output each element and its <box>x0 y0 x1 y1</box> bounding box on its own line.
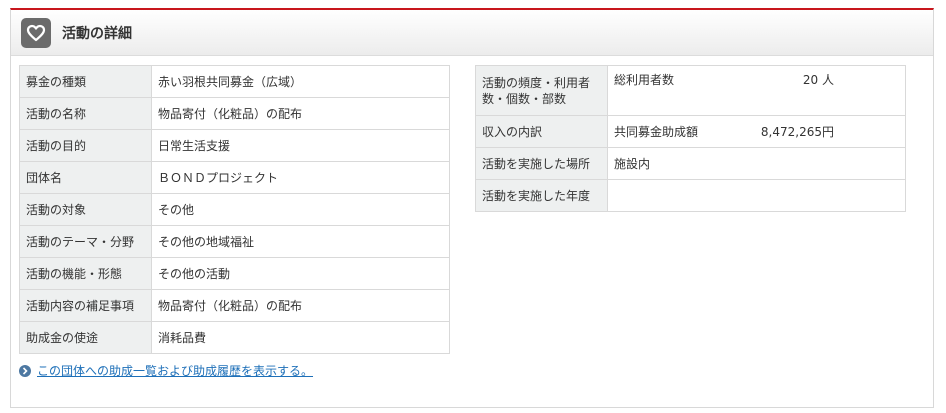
panel-header: 活動の詳細 <box>11 10 933 56</box>
row-value: その他 <box>151 193 450 226</box>
row-value: 赤い羽根共同募金（広域） <box>151 65 450 98</box>
activity-info-table: 募金の種類 赤い羽根共同募金（広域） 活動の名称 物品寄付（化粧品）の配布 活動の目的日… <box>19 65 450 354</box>
row-label: 活動の目的 <box>19 129 152 162</box>
total-users-value: 20 人 <box>802 73 834 87</box>
total-users-label: 総利用者数 <box>614 73 675 87</box>
row-value: 施設内 <box>607 147 906 180</box>
row-label: 助成金の使途 <box>19 321 152 354</box>
row-value: 物品寄付（化粧品）の配布 <box>151 289 450 322</box>
table-row: 活動の対象 その他 <box>19 193 450 226</box>
table-row: 活動の頻度・利用者数・個数・部数 総利用者数 20 人 <box>475 65 906 116</box>
row-label: 活動の機能・形態 <box>19 257 152 290</box>
row-label: 活動内容の補足事項 <box>19 289 152 322</box>
row-label: 活動を実施した場所 <box>475 147 608 180</box>
grant-history-link-row: この団体への助成一覧および助成履歴を表示する。 <box>19 362 313 379</box>
table-row: 活動の機能・形態 その他の活動 <box>19 257 450 290</box>
grant-amount-label: 共同募金助成額 <box>614 124 699 139</box>
row-label: 活動の頻度・利用者数・個数・部数 <box>475 65 608 116</box>
row-label: 募金の種類 <box>19 65 152 98</box>
table-row: 収入の内訳 共同募金助成額 8,472,265円 <box>475 115 906 148</box>
table-row: 活動を実施した場所 施設内 <box>475 147 906 180</box>
row-label: 活動の名称 <box>19 97 152 130</box>
activity-stats-table: 活動の頻度・利用者数・個数・部数 総利用者数 20 人 収入の内訳 共同募金助成… <box>475 65 906 212</box>
row-value: 日常生活支援 <box>151 129 450 162</box>
table-row: 活動内容の補足事項 物品寄付（化粧品）の配布 <box>19 289 450 322</box>
row-value: ＢＯＮＤプロジェクト <box>151 161 450 194</box>
grant-history-link[interactable]: この団体への助成一覧および助成履歴を表示する。 <box>37 362 313 379</box>
table-row: 団体名 ＢＯＮＤプロジェクト <box>19 161 450 194</box>
table-row: 活動の目的 日常生活支援 <box>19 129 450 162</box>
row-value <box>607 179 906 212</box>
row-value: 総利用者数 20 人 <box>607 65 906 116</box>
panel-title: 活動の詳細 <box>62 25 132 42</box>
row-label: 活動を実施した年度 <box>475 179 608 212</box>
row-value: 物品寄付（化粧品）の配布 <box>151 97 450 130</box>
table-row: 助成金の使途 消耗品費 <box>19 321 450 354</box>
row-value: 共同募金助成額 8,472,265円 <box>607 115 906 148</box>
grant-amount-value: 8,472,265円 <box>760 124 834 139</box>
row-value: その他の活動 <box>151 257 450 290</box>
heart-icon <box>21 17 51 48</box>
table-row: 活動を実施した年度 <box>475 179 906 212</box>
row-label: 収入の内訳 <box>475 115 608 148</box>
row-value: その他の地域福祉 <box>151 225 450 258</box>
chevron-right-icon <box>19 364 31 377</box>
table-row: 活動の名称 物品寄付（化粧品）の配布 <box>19 97 450 130</box>
row-label: 団体名 <box>19 161 152 194</box>
table-row: 募金の種類 赤い羽根共同募金（広域） <box>19 65 450 98</box>
row-label: 活動のテーマ・分野 <box>19 225 152 258</box>
table-row: 活動のテーマ・分野 その他の地域福祉 <box>19 225 450 258</box>
row-value: 消耗品費 <box>151 321 450 354</box>
row-label: 活動の対象 <box>19 193 152 226</box>
